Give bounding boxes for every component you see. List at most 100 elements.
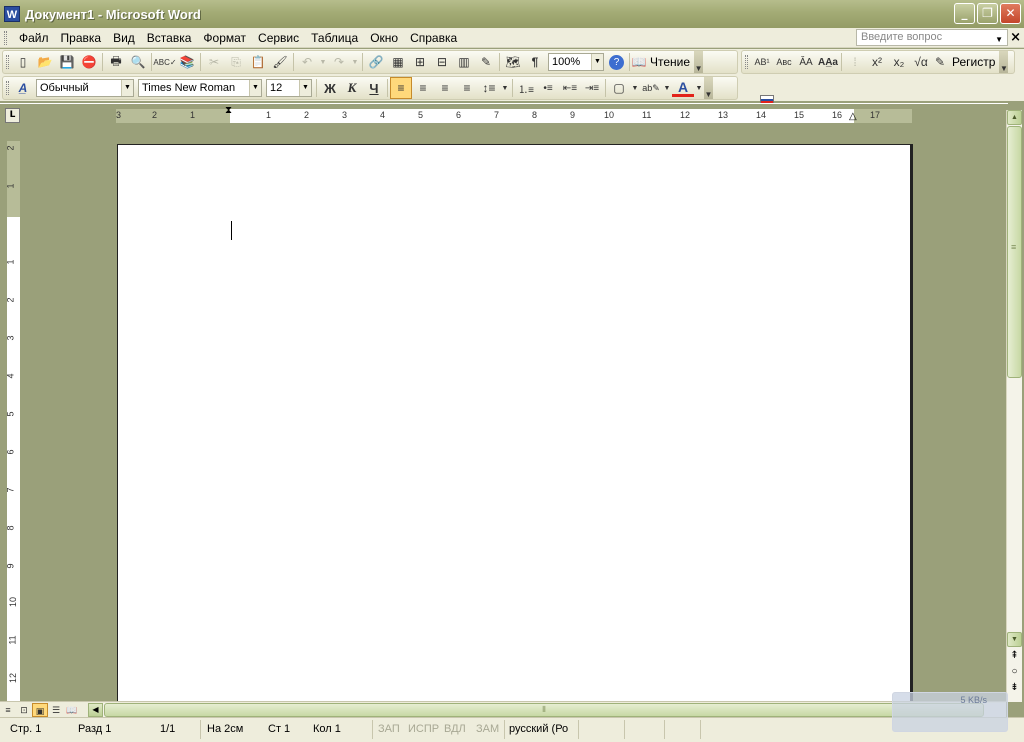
- justify-button[interactable]: ≡: [456, 77, 478, 99]
- ab-superscript-icon[interactable]: AB¹: [751, 51, 773, 73]
- borders-dropdown-icon[interactable]: ▼: [630, 77, 640, 99]
- insert-excel-icon[interactable]: ⊟: [431, 51, 453, 73]
- redo-dropdown-icon[interactable]: ▼: [350, 51, 360, 73]
- menu-window[interactable]: Окно: [364, 29, 404, 47]
- show-hide-icon[interactable]: ¶: [524, 51, 546, 73]
- zoom-select[interactable]: 100% ▼: [548, 53, 604, 71]
- close-button[interactable]: ✕: [1000, 3, 1021, 24]
- help-dropdown-icon[interactable]: ▼: [995, 32, 1003, 47]
- document-page[interactable]: [117, 144, 913, 701]
- first-line-indent-marker-icon[interactable]: ⧗: [225, 105, 232, 116]
- abc-icon[interactable]: Aʙᴄ: [773, 51, 795, 73]
- highlight-dropdown-icon[interactable]: ▼: [662, 77, 672, 99]
- superscript-icon[interactable]: x²: [866, 51, 888, 73]
- copy-icon[interactable]: ⎘: [225, 51, 247, 73]
- document-map-icon[interactable]: 🗺: [502, 51, 524, 73]
- line-spacing-dropdown-icon[interactable]: ▼: [500, 77, 510, 99]
- tab-selector-button[interactable]: L: [5, 108, 20, 123]
- styles-icon[interactable]: A̲: [12, 77, 34, 99]
- menu-help[interactable]: Справка: [404, 29, 463, 47]
- menu-insert[interactable]: Вставка: [141, 29, 198, 47]
- normal-view-icon[interactable]: ≡: [0, 703, 16, 717]
- italic-button[interactable]: К: [341, 77, 363, 99]
- permission-icon[interactable]: ⛔: [78, 51, 100, 73]
- zoom-dropdown-icon[interactable]: ▼: [591, 54, 603, 70]
- direction-icon[interactable]: ⁞: [844, 51, 866, 73]
- scroll-left-button[interactable]: ◀: [88, 703, 103, 717]
- font-color-dropdown-icon[interactable]: ▼: [694, 77, 704, 99]
- word-app-icon[interactable]: W: [4, 6, 20, 22]
- menu-format[interactable]: Формат: [197, 29, 252, 47]
- decrease-indent-icon[interactable]: ⇤≡: [559, 77, 581, 99]
- horizontal-scroll-thumb[interactable]: ⦀: [104, 703, 984, 717]
- spelling-icon[interactable]: ABC✓: [153, 51, 176, 73]
- select-browse-object-icon[interactable]: ○: [1007, 666, 1022, 677]
- scroll-up-button[interactable]: ▲: [1007, 110, 1022, 125]
- font-dropdown-icon[interactable]: ▼: [249, 80, 261, 96]
- menu-view[interactable]: Вид: [107, 29, 141, 47]
- aa-icon[interactable]: ǍA: [795, 51, 817, 73]
- menu-edit[interactable]: Правка: [55, 29, 108, 47]
- font-select[interactable]: Times New Roman ▼: [138, 79, 262, 97]
- outline-view-icon[interactable]: ☰: [48, 703, 64, 717]
- menu-grip[interactable]: [4, 30, 7, 45]
- aa-case-icon[interactable]: AA̲a: [817, 51, 839, 73]
- undo-icon[interactable]: ↶: [296, 51, 318, 73]
- standard-toolbar-options-icon[interactable]: ▼: [694, 51, 704, 73]
- extra-toolbar-grip[interactable]: [745, 55, 748, 69]
- horizontal-scrollbar[interactable]: ◀ ⦀: [88, 703, 1006, 717]
- print-layout-view-icon[interactable]: ▣: [32, 702, 48, 717]
- drawing-icon[interactable]: ✎: [475, 51, 497, 73]
- underline-button[interactable]: Ч: [363, 77, 385, 99]
- print-preview-icon[interactable]: 🔍: [127, 51, 149, 73]
- align-left-button[interactable]: ≡: [390, 77, 412, 99]
- style-select[interactable]: Обычный ▼: [36, 79, 134, 97]
- horizontal-ruler[interactable]: 3 2 1 1 2 3 4 5 6 7 8 9 10 11 12 13 14 1…: [116, 105, 912, 123]
- help-icon[interactable]: ?: [609, 54, 624, 70]
- new-document-icon[interactable]: ▯: [12, 51, 34, 73]
- vertical-scrollbar[interactable]: ▲ ▼ ⇞ ○ ⇟: [1006, 110, 1022, 702]
- menu-tools[interactable]: Сервис: [252, 29, 305, 47]
- highlight-icon[interactable]: ab✎: [640, 77, 662, 99]
- status-extend[interactable]: ВДЛ: [444, 723, 466, 735]
- previous-page-icon[interactable]: ⇞: [1007, 650, 1022, 661]
- reading-view-icon[interactable]: 📖: [64, 703, 80, 717]
- vertical-ruler[interactable]: 2 1 1 2 3 4 5 6 7 8 9 10 11 12: [6, 141, 20, 701]
- status-language[interactable]: русский (Ро: [509, 723, 568, 735]
- paste-icon[interactable]: 📋: [247, 51, 269, 73]
- right-indent-marker-icon[interactable]: △: [849, 111, 857, 122]
- help-question-input[interactable]: Введите вопрос ▼: [856, 29, 1008, 46]
- columns-icon[interactable]: ▥: [453, 51, 475, 73]
- web-view-icon[interactable]: ⊡: [16, 703, 32, 717]
- insert-table-icon[interactable]: ⊞: [409, 51, 431, 73]
- register-button[interactable]: Регистр: [948, 55, 999, 69]
- format-painter-icon[interactable]: 🖌: [269, 51, 291, 73]
- style-dropdown-icon[interactable]: ▼: [121, 80, 133, 96]
- open-icon[interactable]: 📂: [34, 51, 56, 73]
- align-right-button[interactable]: ≡: [434, 77, 456, 99]
- increase-indent-icon[interactable]: ⇥≡: [581, 77, 603, 99]
- formatting-toolbar-grip[interactable]: [6, 81, 9, 95]
- align-center-button[interactable]: ≡: [412, 77, 434, 99]
- hyperlink-icon[interactable]: 🔗: [365, 51, 387, 73]
- scroll-down-button[interactable]: ▼: [1007, 632, 1022, 647]
- menu-table[interactable]: Таблица: [305, 29, 364, 47]
- subscript-icon[interactable]: x₂: [888, 51, 910, 73]
- next-page-icon[interactable]: ⇟: [1007, 682, 1022, 693]
- font-size-dropdown-icon[interactable]: ▼: [299, 80, 311, 96]
- minimize-button[interactable]: _: [954, 3, 975, 24]
- vertical-scroll-thumb[interactable]: [1007, 126, 1022, 378]
- research-icon[interactable]: 📚: [176, 51, 198, 73]
- font-size-select[interactable]: 12 ▼: [266, 79, 312, 97]
- status-overtype[interactable]: ЗАМ: [476, 723, 499, 735]
- menu-file[interactable]: Файл: [13, 29, 55, 47]
- formatting-toolbar-options-icon[interactable]: ▼: [704, 77, 713, 99]
- undo-dropdown-icon[interactable]: ▼: [318, 51, 328, 73]
- document-close-button[interactable]: ×: [1010, 30, 1021, 45]
- bullets-icon[interactable]: •≡: [537, 77, 559, 99]
- print-icon[interactable]: 🖶: [105, 51, 127, 73]
- status-track-changes[interactable]: ИСПР: [408, 723, 439, 735]
- extra-toolbar-options-icon[interactable]: ▼: [999, 51, 1009, 73]
- maximize-button[interactable]: ❐: [977, 3, 998, 24]
- bold-button[interactable]: Ж: [319, 77, 341, 99]
